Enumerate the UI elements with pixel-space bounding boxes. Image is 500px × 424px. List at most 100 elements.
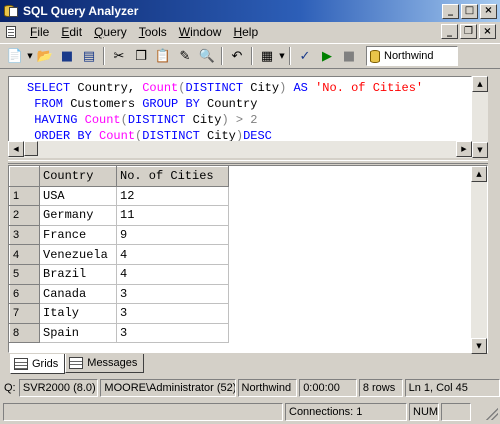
row-header-corner[interactable] xyxy=(9,166,40,187)
results-mode-dropdown-icon[interactable]: ▼ xyxy=(278,45,286,67)
title-bar[interactable]: SQL Query Analyzer _ □ × xyxy=(0,0,500,22)
app-status-bar: Connections: 1 NUM xyxy=(0,401,500,422)
row-number[interactable]: 7 xyxy=(9,303,40,324)
query-token: DISTINCT xyxy=(127,113,186,127)
cell-cities[interactable]: 4 xyxy=(116,264,229,285)
table-row[interactable]: 3 France 9 xyxy=(9,224,229,246)
row-number[interactable]: 3 xyxy=(9,224,40,246)
cell-country[interactable]: Spain xyxy=(39,323,117,344)
cell-country[interactable]: Canada xyxy=(39,284,117,305)
open-icon[interactable]: 📂 xyxy=(34,45,56,67)
menu-edit[interactable]: Edit xyxy=(55,25,88,39)
window-title: SQL Query Analyzer xyxy=(23,4,139,18)
query-token: ( xyxy=(120,113,128,127)
resize-grip-icon[interactable] xyxy=(486,408,498,420)
find-icon[interactable]: 🔍 xyxy=(196,45,218,67)
copy-icon[interactable]: ❐ xyxy=(130,45,152,67)
clear-icon[interactable]: ✎ xyxy=(174,45,196,67)
toolbar-separator xyxy=(103,47,105,65)
undo-icon[interactable]: ↶ xyxy=(226,45,248,67)
scroll-left-icon[interactable]: ◀ xyxy=(8,141,24,157)
maximize-button[interactable]: □ xyxy=(461,3,478,19)
new-query-dropdown-icon[interactable]: ▼ xyxy=(26,45,34,67)
query-token: Count xyxy=(142,81,179,95)
cell-country[interactable]: Brazil xyxy=(39,264,117,285)
scroll-up-icon[interactable]: ▲ xyxy=(472,76,488,92)
table-row[interactable]: 6 Canada 3 xyxy=(9,283,229,305)
cell-cities[interactable]: 3 xyxy=(116,323,229,344)
results-mode-icon[interactable]: ▦ xyxy=(256,45,278,67)
table-row[interactable]: 4 Venezuela 4 xyxy=(9,244,229,265)
cell-country[interactable]: France xyxy=(39,225,117,246)
new-query-icon[interactable]: 📄 xyxy=(4,45,26,67)
results-tabs: Grids Messages xyxy=(10,354,145,374)
column-header-cities[interactable]: No. of Cities xyxy=(116,166,229,187)
mdi-restore-button[interactable]: ❐ xyxy=(460,24,477,39)
query-text[interactable]: SELECT Country, Count(DISTINCT City) AS … xyxy=(27,80,423,144)
cell-country[interactable]: Germany xyxy=(39,205,117,226)
messages-icon xyxy=(69,357,84,369)
editor-horizontal-scrollbar[interactable]: ◀ ▶ xyxy=(8,141,472,158)
scroll-up-icon[interactable]: ▲ xyxy=(471,166,487,182)
query-token: Count xyxy=(84,113,121,127)
scroll-down-icon[interactable]: ▼ xyxy=(472,142,488,158)
row-number[interactable]: 6 xyxy=(9,283,40,305)
cell-cities[interactable]: 4 xyxy=(116,244,229,265)
stop-icon[interactable]: ■ xyxy=(338,45,360,67)
query-token: City xyxy=(185,113,222,127)
cell-cities[interactable]: 11 xyxy=(116,205,229,226)
scroll-thumb[interactable] xyxy=(24,141,38,156)
document-icon[interactable] xyxy=(4,25,18,39)
cell-cities[interactable]: 3 xyxy=(116,303,229,324)
cell-cities[interactable]: 9 xyxy=(116,225,229,246)
scroll-down-icon[interactable]: ▼ xyxy=(471,338,487,354)
table-row[interactable]: 1 USA 12 xyxy=(9,185,229,207)
cell-country[interactable]: Venezuela xyxy=(39,244,117,265)
mdi-close-button[interactable]: × xyxy=(479,24,496,39)
row-number[interactable]: 4 xyxy=(9,244,40,265)
menu-query[interactable]: Query xyxy=(88,25,133,39)
query-line: SELECT Country, Count(DISTINCT City) AS … xyxy=(27,80,423,96)
table-row[interactable]: 5 Brazil 4 xyxy=(9,263,229,285)
grid-icon xyxy=(14,357,28,370)
save-icon[interactable]: ■ xyxy=(56,45,78,67)
database-icon xyxy=(370,49,380,63)
menu-help[interactable]: Help xyxy=(227,25,264,39)
menu-window[interactable]: Window xyxy=(173,25,228,39)
grid-vertical-scrollbar[interactable]: ▲ ▼ xyxy=(471,166,487,354)
tab-messages[interactable]: Messages xyxy=(65,354,145,373)
cell-country[interactable]: USA xyxy=(39,186,117,207)
results-grid: Country No. of Cities 1 USA 12 2 Germany 11 3 F… xyxy=(8,165,488,354)
menu-tools[interactable]: Tools xyxy=(133,25,173,39)
close-button[interactable]: × xyxy=(480,3,497,19)
row-number[interactable]: 1 xyxy=(9,185,40,207)
column-header-country[interactable]: Country xyxy=(39,166,117,187)
menu-file[interactable]: File xyxy=(24,25,55,39)
database-select[interactable]: Northwind xyxy=(366,46,458,66)
cell-cities[interactable]: 12 xyxy=(116,186,229,207)
pane-splitter[interactable] xyxy=(8,160,488,164)
query-token: Customers xyxy=(63,97,143,111)
cut-icon[interactable]: ✂ xyxy=(108,45,130,67)
cell-cities[interactable]: 3 xyxy=(116,284,229,305)
cell-country[interactable]: Italy xyxy=(39,303,117,324)
row-number[interactable]: 2 xyxy=(9,205,40,226)
query-token: Country, xyxy=(70,81,143,95)
tab-grids[interactable]: Grids xyxy=(10,354,66,374)
mdi-minimize-button[interactable]: _ xyxy=(441,24,458,39)
row-number[interactable]: 5 xyxy=(9,263,40,285)
row-number[interactable]: 8 xyxy=(9,322,40,344)
scroll-right-icon[interactable]: ▶ xyxy=(456,141,472,157)
status-connections: Connections: 1 xyxy=(285,402,407,421)
minimize-button[interactable]: _ xyxy=(442,3,459,19)
table-row[interactable]: 2 Germany 11 xyxy=(9,205,229,226)
status-rows: 8 rows xyxy=(358,378,403,397)
editor-vertical-scrollbar[interactable]: ▲ ▼ xyxy=(472,76,488,158)
table-row[interactable]: 8 Spain 3 xyxy=(9,322,229,344)
check-syntax-icon[interactable]: ✓ xyxy=(294,45,316,67)
import-icon[interactable]: ▤ xyxy=(78,45,100,67)
table-row[interactable]: 7 Italy 3 xyxy=(9,303,229,324)
query-token: DISTINCT xyxy=(185,81,244,95)
execute-icon[interactable]: ▶ xyxy=(316,45,338,67)
paste-icon[interactable]: 📋 xyxy=(152,45,174,67)
